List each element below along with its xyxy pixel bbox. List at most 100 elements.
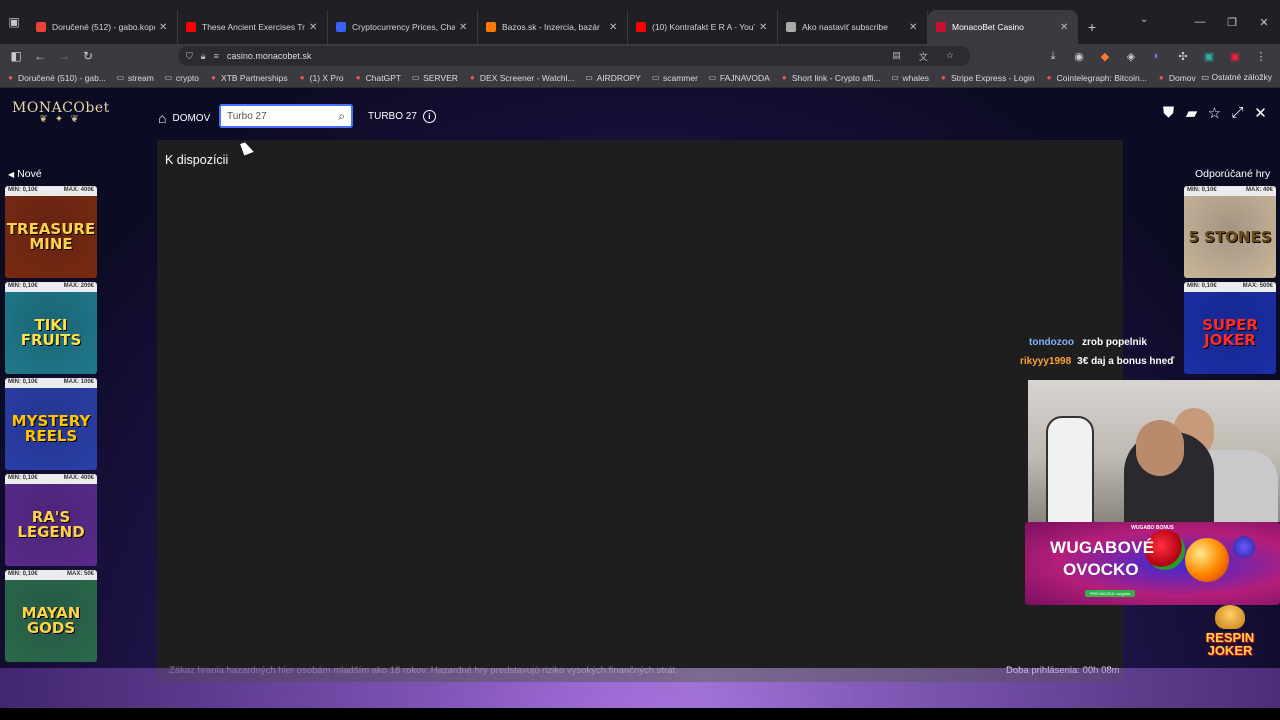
info-icon[interactable]: i (422, 110, 436, 123)
bookmark-item[interactable]: ● Short link - Crypto affi... (780, 73, 881, 83)
bookmark-item[interactable]: ● Doručené (510) - gab... (6, 73, 106, 83)
tab-title: Doručené (512) - gabo.kopcek@ (52, 22, 155, 32)
tab-close-icon[interactable]: ✕ (759, 22, 769, 33)
tab-title: Cryptocurrency Prices, Charts A (352, 22, 455, 32)
extensions-puzzle-icon[interactable]: ✣ (1170, 50, 1196, 63)
folder-icon: ▭ (411, 73, 420, 82)
bet-limits: MIN: 0,10€ MAX: 40€ (1184, 186, 1276, 196)
bookmark-item[interactable]: ● XTB Partnerships (209, 73, 288, 83)
bookmark-item[interactable]: ● DEX Screener - Watchl... (468, 73, 575, 83)
game-tile[interactable]: MIN: 0,10€ MAX: 500€ SUPER JOKER (1184, 282, 1276, 374)
bookmark-item[interactable]: ▭ AIRDROPY (585, 73, 641, 83)
min-bet: MIN: 0,10€ (8, 475, 38, 481)
sidebar-toggle-icon[interactable]: ◧ (4, 44, 28, 68)
game-tile[interactable]: MIN: 0,10€ MAX: 400€ TREASURE MINE (5, 186, 97, 278)
close-game-icon[interactable]: ✕ (1249, 104, 1272, 122)
back-icon[interactable]: ← (28, 44, 52, 68)
game-tile[interactable]: MIN: 0,10€ MAX: 50€ MAYAN GODS (5, 570, 97, 662)
min-bet: MIN: 0,10€ (8, 283, 38, 289)
bookmark-item[interactable]: ▭ SERVER (411, 73, 458, 83)
tab-close-icon[interactable]: ✕ (459, 22, 469, 33)
address-bar[interactable]: ⛉ 🔒︎ ≡ casino.monacobet.sk ▤ 文 ☆ (178, 46, 970, 66)
respin-joker-tile[interactable]: RESPIN JOKER (1185, 605, 1275, 657)
wallet-icon[interactable]: ▰ (1180, 104, 1203, 122)
extension-icon-4[interactable]: ▣ (1196, 50, 1222, 63)
other-bookmarks[interactable]: ▭ Ostatné záložky (1201, 72, 1272, 83)
browser-tab[interactable]: Cryptocurrency Prices, Charts A ✕ (328, 10, 478, 44)
url-text[interactable]: casino.monacobet.sk (227, 51, 312, 61)
favorite-star-icon[interactable]: ☆ (1203, 104, 1226, 122)
tab-actions-icon[interactable]: ▣ (0, 0, 28, 44)
domov-icon: ● (1158, 73, 1164, 82)
bookmark-label: (1) X Pro (309, 72, 344, 83)
extension-icon-1[interactable]: ◆ (1092, 50, 1118, 63)
browser-tab[interactable]: Doručené (512) - gabo.kopcek@ ✕ (28, 10, 178, 44)
browser-tab[interactable]: (10) Kontrafakt E R A - YouT ✕ (628, 10, 778, 44)
new-games-label[interactable]: ◀ Nové (8, 168, 42, 180)
bookmark-item[interactable]: ▭ crypto (164, 73, 199, 83)
browser-tab[interactable]: Ako nastaviť subscribe ✕ (778, 10, 928, 44)
site-logo[interactable]: MONACObet ❦ ✦ ❦ (12, 100, 109, 125)
browser-tab[interactable]: These Ancient Exercises Transfo ✕ (178, 10, 328, 44)
search-box[interactable]: ⌕ (219, 104, 353, 128)
search-icon[interactable]: ⌕ (338, 109, 345, 124)
bookmark-item[interactable]: ● (1) X Pro (298, 73, 344, 83)
monacobet-icon (936, 22, 946, 32)
game-tile[interactable]: MIN: 0,10€ MAX: 40€ 5 STONES (1184, 186, 1276, 278)
profile-icon[interactable]: ◉ (1066, 50, 1092, 63)
bet-limits: MIN: 0,10€ MAX: 400€ (5, 474, 97, 484)
tab-close-icon[interactable]: ✕ (1060, 22, 1070, 33)
chat-message: tondozoo zrob popelnik (1029, 337, 1147, 348)
tab-close-icon[interactable]: ✕ (159, 22, 169, 33)
turbo-game-link[interactable]: TURBO 27 i (368, 110, 436, 123)
min-bet: MIN: 0,10€ (1187, 187, 1217, 193)
bookmark-item[interactable]: ● Domov (1157, 73, 1196, 83)
download-icon[interactable]: ⤓ (1040, 50, 1066, 63)
bookmark-item[interactable]: ▭ stream (116, 73, 154, 83)
reload-icon[interactable]: ↻ (76, 44, 100, 68)
close-window-icon[interactable]: ✕ (1248, 16, 1280, 29)
menu-icon[interactable]: ⋮ (1248, 50, 1274, 63)
cointelegraph-icon: ● (1046, 73, 1052, 82)
extension-icon-2[interactable]: ◈ (1118, 50, 1144, 63)
forward-icon[interactable]: → (52, 44, 76, 68)
site-settings-icon[interactable]: ≡ (214, 51, 219, 61)
game-tile[interactable]: MIN: 0,10€ MAX: 200€ TIKI FRUITS (5, 282, 97, 374)
game-tile[interactable]: MIN: 0,10€ MAX: 100€ MYSTERY REELS (5, 378, 97, 470)
reader-icon[interactable]: ▤ (892, 50, 901, 63)
tab-close-icon[interactable]: ✕ (309, 22, 319, 33)
new-tab-button[interactable]: + (1078, 10, 1106, 44)
max-bet: MAX: 100€ (63, 379, 94, 385)
banner-title-1: WUGABOVÉ (1050, 538, 1155, 557)
banner-cta[interactable]: PREVÁDZKA: wugabo (1085, 590, 1135, 597)
bookmark-item[interactable]: ● ChatGPT (354, 73, 401, 83)
bonus-banner[interactable]: WUGABO BONUS WUGABOVÉ OVOCKO PREVÁDZKA: … (1025, 522, 1280, 605)
nav-home[interactable]: ⌂ DOMOV (158, 110, 210, 126)
bookmark-star-icon[interactable]: ☆ (946, 50, 954, 63)
lock-icon[interactable]: 🔒︎ (201, 51, 206, 62)
tab-close-icon[interactable]: ✕ (909, 22, 919, 33)
game-tile[interactable]: MIN: 0,10€ MAX: 400€ RA'S LEGEND (5, 474, 97, 566)
minimize-icon[interactable]: — (1184, 16, 1216, 28)
responsible-gaming-shield-icon[interactable]: ⛊ (1157, 104, 1180, 122)
shield-icon[interactable]: ⛉ (186, 51, 193, 62)
fullscreen-icon[interactable]: ⤢ (1226, 104, 1249, 122)
search-input[interactable] (227, 110, 331, 122)
bookmark-item[interactable]: ● Cointelegraph: Bitcoin... (1045, 73, 1147, 83)
bookmark-item[interactable]: ▭ whales (891, 73, 929, 83)
restore-icon[interactable]: ❐ (1216, 16, 1248, 29)
translate-icon[interactable]: 文 (919, 50, 928, 63)
bookmark-item[interactable]: ▭ FAJNAVODA (708, 73, 770, 83)
extension-icon-3[interactable]: ◐ (1144, 50, 1170, 62)
bookmark-label: stream (127, 72, 154, 83)
tab-search-icon[interactable]: ⌄ (1140, 14, 1148, 25)
tab-close-icon[interactable]: ✕ (609, 22, 619, 33)
gmail-icon: ● (8, 73, 13, 82)
tab-title: Bazos.sk - Inzercia, bazár (502, 22, 600, 32)
extension-icon-5[interactable]: ▣ (1222, 50, 1248, 63)
chat-message: rikyyy1998 3€ daj a bonus hneď (1020, 356, 1174, 367)
bookmark-item[interactable]: ● Stripe Express - Login (939, 73, 1035, 83)
browser-tab[interactable]: MonacoBet Casino ✕ (928, 10, 1078, 44)
bookmark-item[interactable]: ▭ scammer (651, 73, 698, 83)
browser-tab[interactable]: Bazos.sk - Inzercia, bazár ✕ (478, 10, 628, 44)
